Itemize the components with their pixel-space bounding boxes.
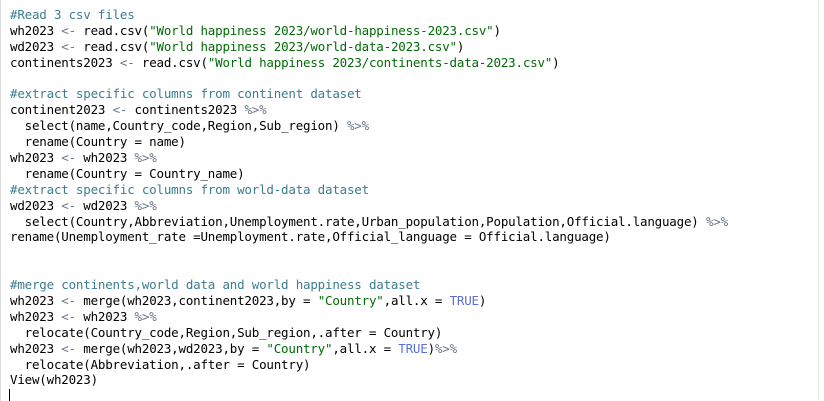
code-token: wh2023 xyxy=(10,308,62,324)
code-line[interactable]: View(wh2023) xyxy=(10,372,728,388)
code-line[interactable]: rename(Country = name) xyxy=(10,134,728,150)
code-token: <- xyxy=(61,293,76,309)
code-token: TRUE xyxy=(398,340,428,356)
code-token: %>% xyxy=(134,197,157,213)
code-token: <- xyxy=(61,38,76,54)
code-token: <- xyxy=(61,22,76,38)
code-token: <- xyxy=(61,150,76,166)
code-line[interactable]: wh2023 <- merge(wh2023,wd2023,by = "Coun… xyxy=(10,341,728,357)
code-token: wh2023 xyxy=(10,22,62,38)
code-token: "World happiness 2023/world-data-2023.cs… xyxy=(149,38,457,54)
code-token: rename(Country = name) xyxy=(10,134,186,150)
code-token: relocate(Country_code,Region,Sub_region,… xyxy=(10,324,443,340)
code-token: read.csv( xyxy=(75,38,150,54)
code-token: <- xyxy=(61,340,76,356)
code-token: "World happiness 2023/world-happiness-20… xyxy=(149,22,494,38)
code-line[interactable]: rename(Unemployment_rate =Unemployment.r… xyxy=(10,229,728,245)
code-line[interactable]: wd2023 <- wd2023 %>% xyxy=(10,198,728,214)
code-token: wd2023 xyxy=(10,38,62,54)
code-editor[interactable]: #Read 3 csv files wh2023 <- read.csv("Wor… xyxy=(0,0,824,401)
code-line[interactable]: wd2023 <- read.csv("World happiness 2023… xyxy=(10,39,728,55)
text-cursor xyxy=(9,389,10,401)
code-token: TRUE xyxy=(449,293,480,309)
code-token: <- xyxy=(112,102,128,118)
code-token: View(wh2023) xyxy=(10,372,98,388)
code-line[interactable]: wh2023 <- read.csv("World happiness 2023… xyxy=(10,23,728,39)
code-line[interactable]: wh2023 <- wh2023 %>% xyxy=(10,309,728,325)
code-token: wh2023 xyxy=(75,308,135,324)
code-line[interactable] xyxy=(10,71,728,87)
code-token: ) xyxy=(478,293,487,309)
code-token: #merge continents,world data and world h… xyxy=(10,277,421,293)
code-token: ) xyxy=(552,54,560,70)
code-line[interactable]: wh2023 <- merge(wh2023,continent2023,by … xyxy=(10,293,728,309)
code-line[interactable]: select(name,Country_code,Region,Sub_regi… xyxy=(10,118,728,134)
code-token: %>% xyxy=(134,308,157,324)
code-line[interactable] xyxy=(10,245,728,261)
code-token: merge(wh2023,continent2023,by = xyxy=(75,293,318,309)
code-line[interactable]: relocate(Abbreviation,.after = Country) xyxy=(10,357,728,373)
code-token: #Read 3 csv files xyxy=(10,7,135,22)
code-token: relocate(Abbreviation,.after = Country) xyxy=(10,356,311,372)
code-token: <- xyxy=(119,54,135,70)
code-token: ) xyxy=(493,22,502,38)
code-token: wd2023 xyxy=(75,197,135,213)
code-token: read.csv( xyxy=(75,22,150,38)
code-token: ) xyxy=(456,38,465,54)
code-token: continent2023 xyxy=(10,102,113,118)
code-token: "World happiness 2023/continents-data-20… xyxy=(207,54,553,70)
code-token: wd2023 xyxy=(10,197,62,213)
code-line[interactable]: continent2023 <- continents2023 %>% xyxy=(10,102,728,118)
code-token: #extract specific columns from world-dat… xyxy=(10,181,369,197)
code-line[interactable]: relocate(Country_code,Region,Sub_region,… xyxy=(10,325,728,341)
code-line[interactable] xyxy=(10,261,728,277)
code-token: <- xyxy=(61,308,76,324)
code-token: wh2023 xyxy=(75,150,135,166)
code-line[interactable]: rename(Country = Country_name) xyxy=(10,166,728,182)
code-token: ,all.x = xyxy=(383,293,450,309)
code-token: <- xyxy=(61,197,76,213)
code-line[interactable]: #Read 3 csv files xyxy=(10,7,728,23)
code-token: merge(wh2023,wd2023,by = xyxy=(75,340,267,356)
code-token: select(name,Country_code,Region,Sub_regi… xyxy=(10,118,347,134)
code-token: "Country" xyxy=(317,293,384,309)
code-token: select(Country,Abbreviation,Unemployment… xyxy=(10,213,706,229)
code-line[interactable]: #extract specific columns from world-dat… xyxy=(10,182,728,198)
code-token: %>% xyxy=(134,150,157,166)
code-token: %>% xyxy=(244,102,267,118)
code-line[interactable]: continents2023 <- read.csv("World happin… xyxy=(10,55,728,71)
code-token: #extract specific columns from continent… xyxy=(10,86,362,102)
code-token: wh2023 xyxy=(10,293,62,309)
code-token: rename(Country = Country_name) xyxy=(10,165,245,181)
code-token: %>% xyxy=(346,118,369,134)
code-token: continents2023 xyxy=(127,102,245,118)
code-token: continents2023 xyxy=(10,54,120,70)
code-token: "Country" xyxy=(266,340,333,356)
code-token: wh2023 xyxy=(10,150,62,166)
code-token: read.csv( xyxy=(134,54,208,70)
code-token: %>% xyxy=(434,340,457,356)
code-token: rename(Unemployment_rate =Unemployment.r… xyxy=(10,229,611,245)
code-token: ) xyxy=(427,340,436,356)
code-token: %>% xyxy=(705,213,728,229)
code-line[interactable]: wh2023 <- wh2023 %>% xyxy=(10,150,728,166)
margin-line xyxy=(818,0,819,401)
code-token: wh2023 xyxy=(10,340,62,356)
code-line[interactable]: #extract specific columns from continent… xyxy=(10,86,728,102)
source-code[interactable]: #Read 3 csv files wh2023 <- read.csv("Wor… xyxy=(10,7,728,388)
code-line[interactable]: select(Country,Abbreviation,Unemployment… xyxy=(10,214,728,230)
code-token: ,all.x = xyxy=(332,340,399,356)
code-line[interactable]: #merge continents,world data and world h… xyxy=(10,277,728,293)
